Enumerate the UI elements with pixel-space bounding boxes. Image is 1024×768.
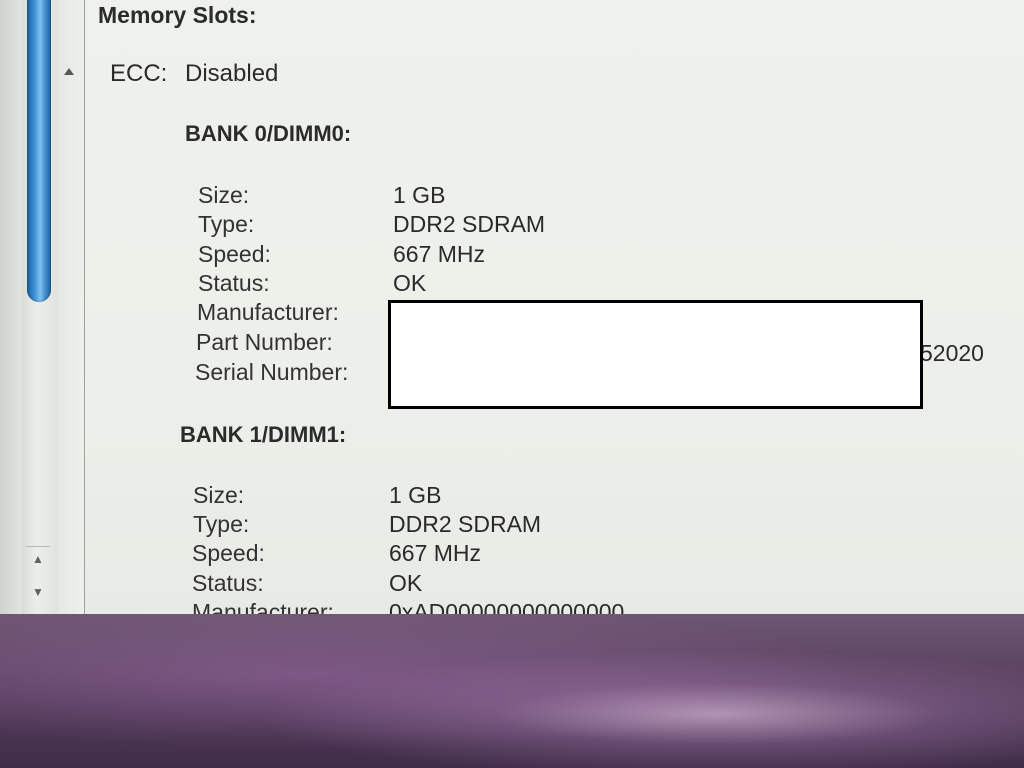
sidebar-edge <box>58 0 85 620</box>
memory-info-panel: Memory Slots: ECC: Disabled BANK 0/DIMM0… <box>85 0 1024 625</box>
bank-0-type-label: Type: <box>198 211 255 237</box>
bank-1-status-value: OK <box>389 570 423 596</box>
scroll-up-arrow-icon[interactable]: ▲ <box>26 546 50 571</box>
bank-1-title: BANK 1/DIMM1: <box>180 422 347 447</box>
bank-0-serial-number-label: Serial Number: <box>195 359 349 385</box>
bank-0-title: BANK 0/DIMM0: <box>185 121 352 146</box>
bank-0-visible-fragment: 52020 <box>920 340 984 366</box>
ecc-value: Disabled <box>185 60 279 87</box>
bank-1-size-value: 1 GB <box>389 482 442 508</box>
scrollbar-thumb[interactable] <box>27 0 51 302</box>
bank-0-status-value: OK <box>393 270 427 296</box>
bank-0-part-number-label: Part Number: <box>196 329 333 355</box>
bank-0-size-label: Size: <box>198 182 250 208</box>
bank-1-speed-value: 667 MHz <box>389 540 482 566</box>
desktop-background <box>0 614 1024 768</box>
bank-1-size-label: Size: <box>193 482 245 508</box>
bank-0-status-label: Status: <box>198 270 270 296</box>
bank-0-type-value: DDR2 SDRAM <box>393 211 546 237</box>
bank-0-manufacturer-label: Manufacturer: <box>197 299 339 325</box>
bank-1-speed-label: Speed: <box>192 540 265 566</box>
left-gutter <box>0 0 24 620</box>
bank-1-type-value: DDR2 SDRAM <box>389 511 542 537</box>
bank-0-speed-value: 667 MHz <box>393 241 486 267</box>
bank-1-type-label: Type: <box>193 511 250 537</box>
redaction-box <box>388 300 923 409</box>
bank-1-status-label: Status: <box>192 570 264 596</box>
disclosure-triangle-icon[interactable] <box>64 68 74 75</box>
bank-0-speed-label: Speed: <box>198 241 271 267</box>
screen: ▲ ▼ Memory Slots: ECC: Disabled BANK 0/D… <box>0 0 1024 768</box>
bank-0-size-value: 1 GB <box>393 182 446 208</box>
section-title: Memory Slots: <box>98 2 257 28</box>
scroll-down-arrow-icon[interactable]: ▼ <box>26 580 50 604</box>
ecc-label: ECC: <box>110 60 168 87</box>
